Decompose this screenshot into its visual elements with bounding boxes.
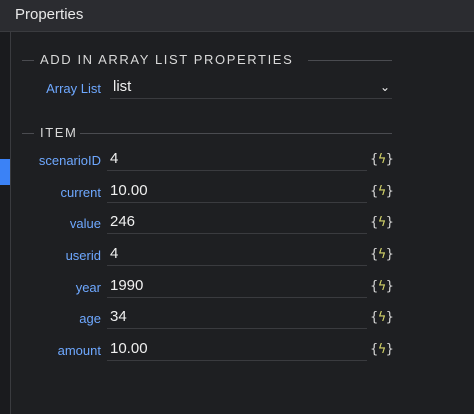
divider-line bbox=[308, 60, 392, 61]
property-label: year bbox=[75, 280, 101, 295]
dynamic-binding-icon[interactable]: {ϟ} bbox=[370, 307, 394, 329]
property-row: amount 10.00 {ϟ} bbox=[0, 339, 474, 363]
property-label: age bbox=[79, 311, 101, 326]
chevron-down-icon: ⌄ bbox=[379, 80, 390, 94]
dynamic-binding-icon[interactable]: {ϟ} bbox=[370, 339, 394, 361]
property-row: userid 4 {ϟ} bbox=[0, 244, 474, 268]
divider-line bbox=[22, 133, 34, 134]
property-label: userid bbox=[65, 248, 101, 263]
property-label: current bbox=[60, 185, 101, 200]
section-title: ADD IN ARRAY LIST PROPERTIES bbox=[40, 52, 294, 67]
property-row: age 34 {ϟ} bbox=[0, 307, 474, 331]
property-row: value 246 {ϟ} bbox=[0, 212, 474, 236]
property-input[interactable]: 1990 bbox=[107, 276, 367, 298]
property-input[interactable]: 10.00 bbox=[107, 339, 367, 361]
property-row: current 10.00 {ϟ} bbox=[0, 181, 474, 205]
dynamic-binding-icon[interactable]: {ϟ} bbox=[370, 149, 394, 171]
property-input[interactable]: 246 bbox=[107, 212, 367, 234]
property-row: year 1990 {ϟ} bbox=[0, 276, 474, 300]
divider-line bbox=[80, 133, 392, 134]
property-row: scenarioID 4 {ϟ} bbox=[0, 149, 474, 173]
property-input[interactable]: 10.00 bbox=[107, 181, 367, 203]
dynamic-binding-icon[interactable]: {ϟ} bbox=[370, 212, 394, 234]
dynamic-binding-icon[interactable]: {ϟ} bbox=[370, 276, 394, 298]
divider-line bbox=[22, 60, 34, 61]
section-add-array-list: ADD IN ARRAY LIST PROPERTIES bbox=[22, 51, 392, 71]
dynamic-binding-icon[interactable]: {ϟ} bbox=[370, 244, 394, 266]
array-list-row: Array List list ⌄ bbox=[0, 77, 474, 101]
section-title: ITEM bbox=[40, 125, 78, 140]
panel-title: Properties bbox=[15, 6, 84, 23]
property-label: scenarioID bbox=[38, 153, 101, 168]
property-label: value bbox=[69, 216, 101, 231]
array-list-label: Array List bbox=[46, 81, 101, 96]
array-list-value: list bbox=[113, 78, 132, 95]
section-item: ITEM bbox=[22, 124, 392, 144]
property-label: amount bbox=[57, 343, 101, 358]
array-list-select[interactable]: list ⌄ bbox=[110, 77, 392, 99]
property-input[interactable]: 4 bbox=[107, 244, 367, 266]
property-input[interactable]: 34 bbox=[107, 307, 367, 329]
panel-header: Properties bbox=[0, 0, 474, 32]
property-input[interactable]: 4 bbox=[107, 149, 367, 171]
dynamic-binding-icon[interactable]: {ϟ} bbox=[370, 181, 394, 203]
